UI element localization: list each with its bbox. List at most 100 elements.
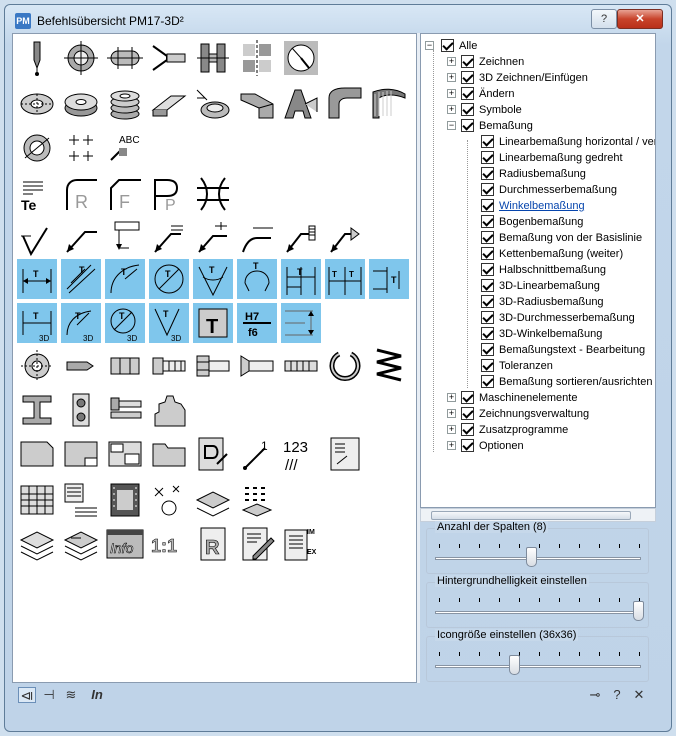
title-block-icon[interactable] [105, 434, 145, 474]
checkbox[interactable] [481, 183, 494, 196]
weld-leader-icon[interactable] [325, 218, 365, 258]
checkbox[interactable] [461, 407, 474, 420]
extrude-icon[interactable] [149, 84, 189, 124]
tree-item[interactable]: Kettenbemaßung (weiter) [479, 246, 655, 262]
tree-item-selected[interactable]: Winkelbemaßung [479, 198, 655, 214]
profile-beam-icon[interactable] [17, 390, 57, 430]
film-icon[interactable] [105, 480, 145, 520]
iconsize-slider-track[interactable] [435, 665, 641, 668]
rotate-center-icon[interactable] [17, 128, 57, 168]
pin-window-icon[interactable]: ⊸ [586, 687, 604, 703]
angle-symbol-icon[interactable] [17, 218, 57, 258]
tree-item[interactable]: Radiusbemaßung [479, 166, 655, 182]
expand-icon[interactable]: + [447, 409, 456, 418]
layers-toggle-icon[interactable]: ≋ [62, 687, 80, 703]
text-label-icon[interactable]: ABC [105, 128, 145, 168]
tree-item[interactable]: 3D-Linearbemaßung [479, 278, 655, 294]
columns-slider-track[interactable] [435, 557, 641, 560]
tree-node-zeichnen[interactable]: + Zeichnen [443, 54, 653, 70]
curve-leader-icon[interactable] [237, 218, 277, 258]
circlip-icon[interactable] [325, 346, 365, 386]
checkbox[interactable] [481, 231, 494, 244]
checkbox[interactable] [461, 439, 474, 452]
checkbox[interactable] [481, 167, 494, 180]
position-number-icon[interactable]: 1 [237, 434, 277, 474]
dim-linear-icon[interactable]: T [17, 259, 57, 299]
info-toggle-icon[interactable]: In [88, 687, 106, 703]
checkbox[interactable] [481, 375, 494, 388]
expand-icon[interactable]: + [447, 425, 456, 434]
dim-baseline-icon[interactable]: T [281, 259, 321, 299]
key-icon[interactable] [61, 346, 101, 386]
columns-slider-thumb[interactable] [526, 547, 538, 567]
trim-curves-icon[interactable] [193, 174, 233, 214]
tree-item[interactable]: Toleranzen [479, 358, 655, 374]
checkbox[interactable] [481, 343, 494, 356]
explode-icon[interactable] [149, 480, 189, 520]
tree-item[interactable]: Linearbemaßung horizontal / ver [479, 134, 655, 150]
chamfer-f-icon[interactable]: F [105, 174, 145, 214]
expand-icon[interactable]: + [447, 441, 456, 450]
tree-node-zeichnungsverwaltung[interactable]: + Zeichnungsverwaltung [443, 406, 653, 422]
tree-node-3d-zeichnen[interactable]: + 3D Zeichnen/Einfügen [443, 70, 653, 86]
pipe-branch-icon[interactable] [149, 38, 189, 78]
checkbox[interactable] [481, 135, 494, 148]
gear-profile-icon[interactable] [149, 390, 189, 430]
help-button[interactable]: ? [591, 9, 617, 29]
sheet-stack-icon[interactable] [17, 524, 57, 564]
sheet-format-icon[interactable] [61, 434, 101, 474]
layers-icon[interactable] [193, 480, 233, 520]
tree-item[interactable]: Bemaßung von der Basislinie [479, 230, 655, 246]
hex-bolt-icon[interactable] [193, 346, 233, 386]
scale-icon[interactable]: 1:1 [149, 524, 189, 564]
text-3d-icon[interactable] [281, 84, 321, 124]
tree-node-bemassung[interactable]: − Bemaßung [443, 118, 653, 134]
expand-icon[interactable]: + [447, 57, 456, 66]
dim-diameter-icon[interactable]: T [149, 259, 189, 299]
dim-halfsection-icon[interactable]: T [369, 259, 409, 299]
checkbox[interactable] [481, 327, 494, 340]
checkbox-aendern[interactable] [461, 87, 474, 100]
close-button[interactable]: ✕ [617, 9, 663, 29]
i-beam-icon[interactable] [193, 38, 233, 78]
dim-radius-icon[interactable]: T [105, 259, 145, 299]
dim-3d-radius-icon[interactable]: T 3D [61, 303, 101, 343]
checkbox[interactable] [481, 295, 494, 308]
checkbox-root[interactable] [441, 39, 454, 52]
dim-align-icon[interactable] [281, 303, 321, 343]
numbering-icon[interactable]: 123/// [281, 434, 321, 474]
help-icon[interactable]: ? [608, 687, 626, 703]
expand-icon[interactable]: + [447, 393, 456, 402]
tree-item[interactable]: Halbschnittbemaßung [479, 262, 655, 278]
center-marks-icon[interactable] [61, 128, 101, 168]
bolt-icon[interactable] [149, 346, 189, 386]
spring-icon[interactable] [369, 346, 409, 386]
import-export-icon[interactable]: IM EX [281, 524, 321, 564]
new-sheet-icon[interactable] [17, 434, 57, 474]
dim-text-edit-icon[interactable]: T [193, 303, 233, 343]
checkbox-3d-zeichnen[interactable] [461, 71, 474, 84]
fillet-r-icon[interactable]: R [61, 174, 101, 214]
checkbox[interactable] [481, 247, 494, 260]
hatched-leader-icon[interactable] [149, 218, 189, 258]
tree-node-symbole[interactable]: + Symbole [443, 102, 653, 118]
expand-icon[interactable]: + [447, 105, 456, 114]
countersunk-screw-icon[interactable] [237, 346, 277, 386]
edit-document-icon[interactable] [237, 524, 277, 564]
dim-arc-icon[interactable]: T [237, 259, 277, 299]
dim-3d-linear-icon[interactable]: T 3D [17, 303, 57, 343]
slot-icon[interactable] [105, 38, 145, 78]
dish-3d-icon[interactable] [193, 84, 233, 124]
checkbox-symbole[interactable] [461, 103, 474, 116]
checkbox[interactable] [481, 199, 494, 212]
tree-item[interactable]: Bogenbemaßung [479, 214, 655, 230]
table-grid-icon[interactable] [17, 480, 57, 520]
tree-item[interactable]: Bemaßungstext - Bearbeitung [479, 342, 655, 358]
checkbox[interactable] [481, 151, 494, 164]
pin-icon[interactable]: ⊣ [40, 687, 58, 703]
folder-icon[interactable] [149, 434, 189, 474]
circle-center-icon[interactable] [61, 38, 101, 78]
expand-icon[interactable]: + [447, 89, 456, 98]
tree-node-aendern[interactable]: + Ändern [443, 86, 653, 102]
tree-item[interactable]: 3D-Winkelbemaßung [479, 326, 655, 342]
